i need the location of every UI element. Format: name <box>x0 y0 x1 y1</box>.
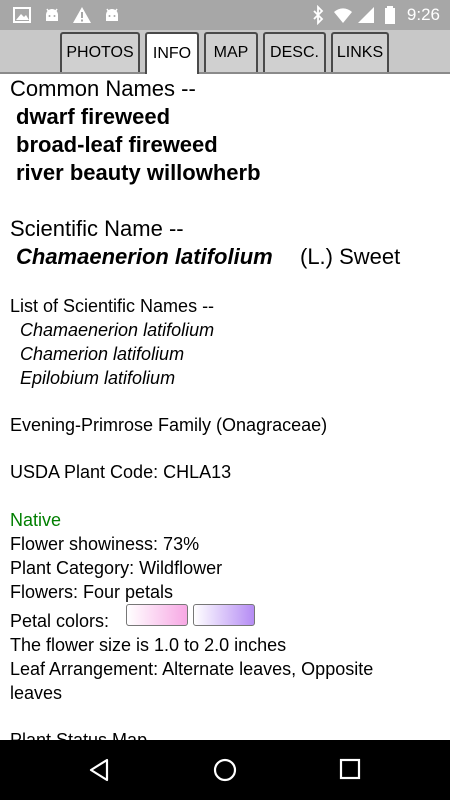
common-name: river beauty willowherb <box>16 160 261 185</box>
petal-color-swatch-violet <box>193 604 255 626</box>
home-icon[interactable] <box>212 757 238 783</box>
wifi-icon <box>334 8 352 23</box>
scientific-name-item: Chamaenerion latifolium <box>20 320 215 340</box>
scientific-name-item: Epilobium latifolium <box>20 368 176 388</box>
scientific-names-list-heading: List of Scientific Names -- <box>10 296 215 316</box>
back-icon[interactable] <box>86 757 112 783</box>
common-name: broad-leaf fireweed <box>16 132 218 157</box>
bluetooth-icon <box>313 5 324 25</box>
flower-size: The flower size is 1.0 to 2.0 inches <box>10 635 287 655</box>
usda-code: USDA Plant Code: CHLA13 <box>10 462 232 482</box>
android-icon <box>46 8 58 21</box>
android-icon <box>106 8 118 21</box>
scientific-name-heading: Scientific Name -- <box>10 216 184 241</box>
tab-links[interactable]: LINKS <box>331 32 389 72</box>
petal-colors-label: Petal colors: <box>10 611 110 631</box>
tab-info[interactable]: INFO <box>145 32 199 74</box>
navigation-bar <box>0 740 450 800</box>
warning-icon <box>73 7 91 23</box>
plant-category: Plant Category: Wildflower <box>10 558 223 578</box>
tab-map[interactable]: MAP <box>204 32 258 72</box>
flower-petals: Flowers: Four petals <box>10 582 174 602</box>
leaf-arrangement-continued: leaves <box>10 683 63 703</box>
plant-family: Evening-Primrose Family (Onagraceae) <box>10 415 328 435</box>
status-time: 9:26 <box>406 5 440 24</box>
leaf-arrangement: Leaf Arrangement: Alternate leaves, Oppo… <box>10 659 374 679</box>
petal-color-swatch-pink <box>126 604 188 626</box>
status-bar: 9:26 <box>0 0 450 30</box>
native-status: Native <box>10 510 62 530</box>
scientific-name: Chamaenerion latifolium <box>16 244 273 269</box>
common-names-heading: Common Names -- <box>10 76 196 101</box>
tab-desc[interactable]: DESC. <box>263 32 326 72</box>
flower-showiness: Flower showiness: 73% <box>10 534 200 554</box>
battery-icon <box>385 6 395 24</box>
gallery-icon <box>13 7 31 23</box>
tab-bar: PHOTOS INFO MAP DESC. LINKS <box>0 30 450 74</box>
info-content[interactable]: Common Names -- dwarf fireweed broad-lea… <box>0 74 450 740</box>
recents-icon[interactable] <box>338 757 362 781</box>
scientific-name-item: Chamerion latifolium <box>20 344 185 364</box>
common-name: dwarf fireweed <box>16 104 171 129</box>
plant-status-map-heading: Plant Status Map <box>10 730 148 740</box>
tab-photos[interactable]: PHOTOS <box>60 32 140 72</box>
scientific-authority: (L.) Sweet <box>300 244 401 269</box>
signal-icon <box>358 7 374 23</box>
